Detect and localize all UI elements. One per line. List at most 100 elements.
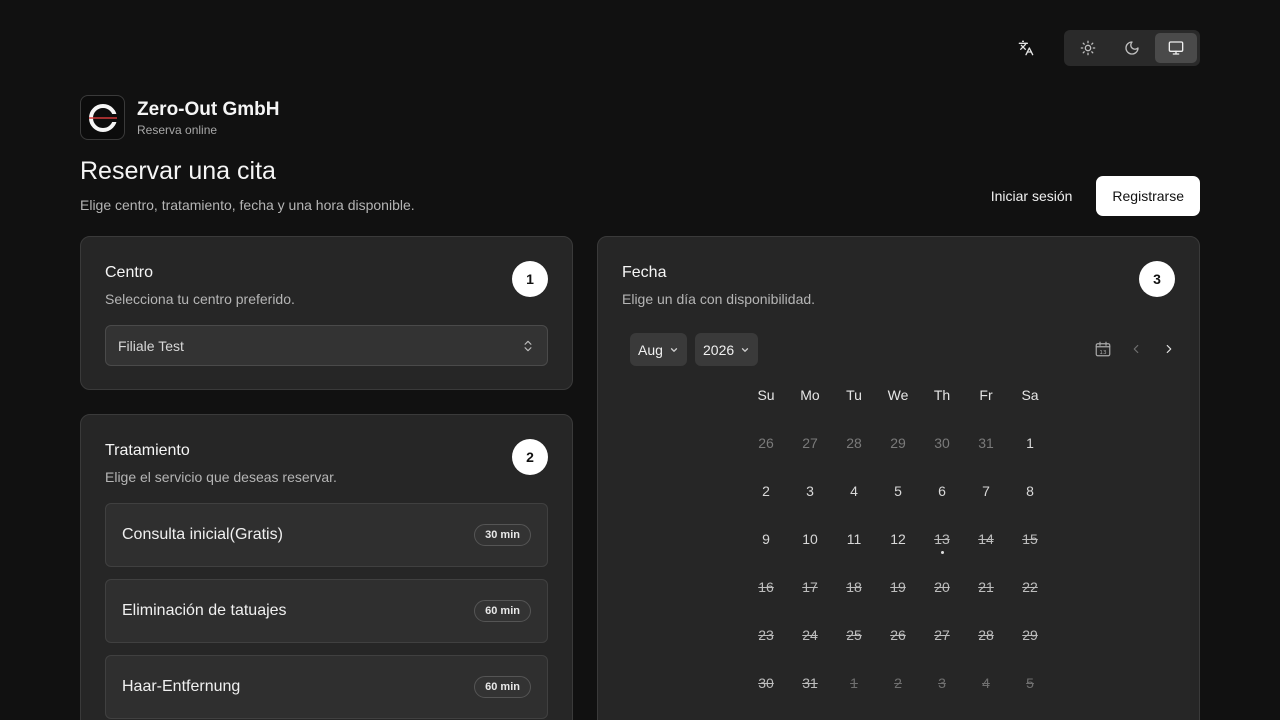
translate-icon[interactable] xyxy=(1008,30,1044,66)
calendar-day-label: 21 xyxy=(978,579,994,595)
monitor-icon[interactable] xyxy=(1155,33,1197,63)
calendar-day[interactable]: 7 xyxy=(964,467,1008,515)
theme-switcher xyxy=(1064,30,1200,66)
calendar-day[interactable]: 4 xyxy=(832,467,876,515)
calendar-day-label: 17 xyxy=(802,579,818,595)
calendar-day: 16 xyxy=(744,563,788,611)
calendar-day[interactable]: 9 xyxy=(744,515,788,563)
calendar-day[interactable]: 3 xyxy=(788,467,832,515)
weekday-header: Su xyxy=(757,387,775,403)
calendar-day-label: 23 xyxy=(758,627,774,643)
calendar-day-label: 27 xyxy=(802,435,818,451)
weekday-header: Th xyxy=(933,387,951,403)
service-option[interactable]: Consulta inicial(Gratis) 30 min xyxy=(105,503,548,567)
year-select[interactable]: 2026 xyxy=(695,333,759,366)
moon-icon[interactable] xyxy=(1111,33,1153,63)
sun-icon[interactable] xyxy=(1067,33,1109,63)
calendar-day: 22 xyxy=(1008,563,1052,611)
calendar-day: 30 xyxy=(744,659,788,707)
calendar-day-label: 16 xyxy=(758,579,774,595)
login-button[interactable]: Iniciar sesión xyxy=(983,188,1081,204)
brand-subtitle: Reserva online xyxy=(137,122,218,137)
calendar-day: 25 xyxy=(832,611,876,659)
month-select[interactable]: Aug xyxy=(630,333,687,366)
service-name: Consulta inicial(Gratis) xyxy=(122,526,283,543)
centro-card: Centro Selecciona tu centro preferido. 1… xyxy=(80,236,573,390)
calendar-day[interactable]: 1 xyxy=(1008,419,1052,467)
chevron-left-icon[interactable] xyxy=(1126,336,1146,362)
calendar-day: 14 xyxy=(964,515,1008,563)
month-value: Aug xyxy=(638,341,663,358)
calendar-day-label: 7 xyxy=(982,483,990,499)
calendar-day: 28 xyxy=(964,611,1008,659)
brand-text: Zero-Out GmbH Reserva online xyxy=(137,99,280,137)
chevron-right-icon[interactable] xyxy=(1159,336,1179,362)
calendar-day[interactable]: 12 xyxy=(876,515,920,563)
weekday-header: Fr xyxy=(979,387,993,403)
calendar-day[interactable]: 8 xyxy=(1008,467,1052,515)
calendar-day-label: 6 xyxy=(938,483,946,499)
calendar-day: 4 xyxy=(964,659,1008,707)
service-name: Eliminación de tatuajes xyxy=(122,602,287,619)
calendar-day: 24 xyxy=(788,611,832,659)
fecha-description: Elige un día con disponibilidad. xyxy=(622,291,816,307)
calendar-today-icon[interactable]: 13 xyxy=(1093,336,1113,362)
step-badge: 2 xyxy=(512,439,548,475)
calendar-day-label: 15 xyxy=(1022,531,1038,547)
weekday-header: We xyxy=(887,387,909,403)
calendar-day-label: 4 xyxy=(850,483,858,499)
calendar-day: 26 xyxy=(876,611,920,659)
page-title: Reservar una cita xyxy=(80,157,276,185)
calendar-day-label: 4 xyxy=(982,675,990,691)
calendar-day-label: 31 xyxy=(802,675,818,691)
calendar-day-label: 12 xyxy=(890,531,906,547)
calendar-day: 21 xyxy=(964,563,1008,611)
tratamiento-card: Tratamiento Elige el servicio que deseas… xyxy=(80,414,573,720)
calendar-day: 30 xyxy=(920,419,964,467)
calendar-day[interactable]: 5 xyxy=(876,467,920,515)
calendar-day[interactable]: 6 xyxy=(920,467,964,515)
calendar-day-label: 10 xyxy=(802,531,818,547)
calendar-day[interactable]: 11 xyxy=(832,515,876,563)
calendar-day: 29 xyxy=(1008,611,1052,659)
tratamiento-title: Tratamiento xyxy=(105,442,190,459)
calendar-day: 15 xyxy=(1008,515,1052,563)
calendar-day-label: 3 xyxy=(938,675,946,691)
calendar-day: 17 xyxy=(788,563,832,611)
year-value: 2026 xyxy=(703,341,735,358)
calendar-day: 19 xyxy=(876,563,920,611)
calendar-day: 5 xyxy=(1008,659,1052,707)
calendar-day-label: 5 xyxy=(894,483,902,499)
calendar-day: 3 xyxy=(920,659,964,707)
calendar-day-label: 14 xyxy=(978,531,994,547)
calendar-grid: Su Mo Tu We Th Fr Sa 26 27 28 29 30 31 1 2 3 4 5 6 7 8 9 10 11 1… xyxy=(744,371,1052,707)
calendar-day-label: 30 xyxy=(934,435,950,451)
calendar-day: 28 xyxy=(832,419,876,467)
service-option[interactable]: Haar-Entfernung 60 min xyxy=(105,655,548,719)
calendar-day-label: 26 xyxy=(758,435,774,451)
duration-badge: 60 min xyxy=(474,676,531,698)
calendar-day[interactable]: 2 xyxy=(744,467,788,515)
calendar-day-label: 13 xyxy=(934,531,950,547)
calendar-day-label: 31 xyxy=(978,435,994,451)
brand-name: Zero-Out GmbH xyxy=(137,98,280,120)
centro-select[interactable]: Filiale Test xyxy=(105,325,548,366)
service-name: Haar-Entfernung xyxy=(122,678,241,695)
weekday-header: Tu xyxy=(846,387,862,403)
calendar-day-label: 2 xyxy=(762,483,770,499)
brand-logo xyxy=(80,95,125,140)
calendar-day: 13 xyxy=(920,515,964,563)
calendar-day-label: 19 xyxy=(890,579,906,595)
duration-badge: 30 min xyxy=(474,524,531,546)
calendar-day: 31 xyxy=(964,419,1008,467)
calendar-day-label: 9 xyxy=(762,531,770,547)
calendar-day: 29 xyxy=(876,419,920,467)
calendar-day[interactable]: 10 xyxy=(788,515,832,563)
service-option[interactable]: Eliminación de tatuajes 60 min xyxy=(105,579,548,643)
chevron-down-icon xyxy=(670,347,678,352)
calendar-day: 31 xyxy=(788,659,832,707)
calendar-day-label: 25 xyxy=(846,627,862,643)
today-indicator xyxy=(940,551,944,554)
brand: Zero-Out GmbH Reserva online xyxy=(80,95,280,140)
register-button[interactable]: Registrarse xyxy=(1096,176,1200,216)
